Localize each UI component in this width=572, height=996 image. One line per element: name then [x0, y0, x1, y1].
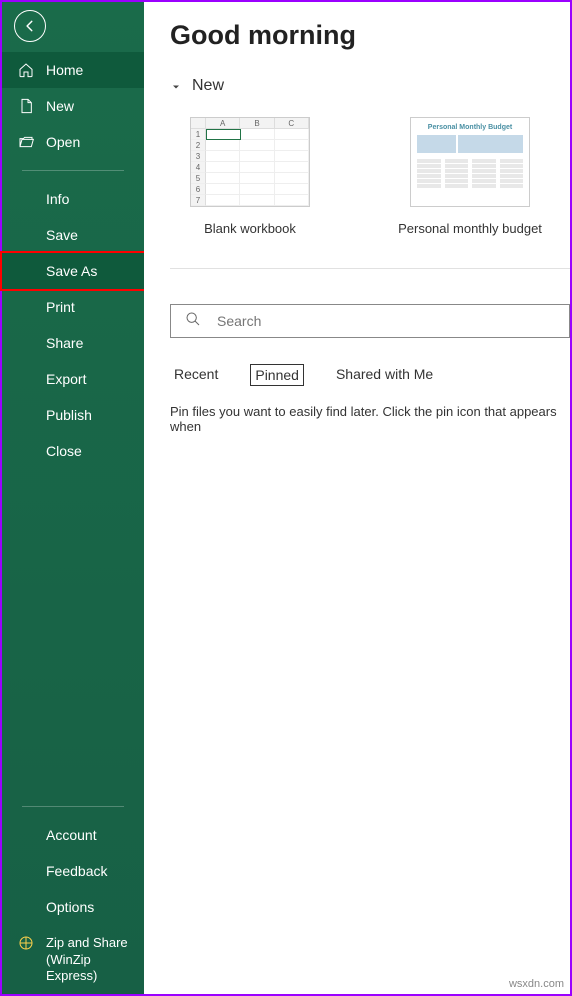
sidebar-item-label: Close — [46, 443, 82, 459]
sidebar-item-label: Share — [46, 335, 83, 351]
chevron-down-icon — [170, 80, 182, 92]
sidebar-item-label: Account — [46, 827, 97, 843]
sidebar-item-save-as[interactable]: Save As — [0, 251, 146, 291]
template-label: Personal monthly budget — [390, 221, 550, 236]
sidebar-item-info[interactable]: Info — [2, 181, 144, 217]
sidebar-item-label: Print — [46, 299, 75, 315]
new-section-toggle[interactable]: New — [170, 77, 570, 95]
sidebar-item-save[interactable]: Save — [2, 217, 144, 253]
file-tabs: Recent Pinned Shared with Me — [170, 364, 570, 386]
sidebar-item-label: Save — [46, 227, 78, 243]
sidebar-item-label: Home — [46, 62, 83, 78]
template-label: Blank workbook — [170, 221, 330, 236]
tab-pinned[interactable]: Pinned — [250, 364, 304, 386]
search-box[interactable] — [170, 304, 570, 338]
search-input[interactable] — [217, 313, 555, 329]
sidebar-item-options[interactable]: Options — [2, 889, 144, 925]
tab-shared-with-me[interactable]: Shared with Me — [332, 364, 437, 386]
sidebar-item-open[interactable]: Open — [2, 124, 144, 160]
template-gallery: A B C 1 2 3 4 5 6 7 Blank workbook Perso… — [170, 117, 570, 236]
folder-open-icon — [18, 134, 34, 150]
back-button[interactable] — [14, 10, 46, 42]
divider — [22, 170, 124, 171]
main-content: Good morning New A B C 1 2 3 4 — [144, 2, 570, 994]
document-icon — [18, 98, 34, 114]
home-icon — [18, 62, 34, 78]
sidebar-item-feedback[interactable]: Feedback — [2, 853, 144, 889]
watermark: wsxdn.com — [509, 978, 564, 990]
sidebar-item-share[interactable]: Share — [2, 325, 144, 361]
sidebar-item-label: New — [46, 98, 74, 114]
search-icon — [185, 311, 201, 332]
sidebar-item-home[interactable]: Home — [2, 52, 144, 88]
sidebar-item-label: Save As — [46, 263, 97, 279]
template-thumb: A B C 1 2 3 4 5 6 7 — [190, 117, 310, 207]
sidebar-item-export[interactable]: Export — [2, 361, 144, 397]
sidebar-item-publish[interactable]: Publish — [2, 397, 144, 433]
sidebar-item-account[interactable]: Account — [2, 817, 144, 853]
divider — [170, 268, 570, 269]
page-title: Good morning — [170, 20, 570, 51]
section-label: New — [192, 77, 224, 95]
pinned-hint: Pin files you want to easily find later.… — [170, 404, 570, 434]
template-blank-workbook[interactable]: A B C 1 2 3 4 5 6 7 Blank workbook — [170, 117, 330, 236]
zip-icon — [18, 935, 34, 951]
sidebar-item-zip-share[interactable]: Zip and Share (WinZip Express) — [2, 925, 144, 994]
sidebar-item-close[interactable]: Close — [2, 433, 144, 469]
sidebar-item-print[interactable]: Print — [2, 289, 144, 325]
template-thumb: Personal Monthly Budget — [410, 117, 530, 207]
sidebar-item-label: Zip and Share (WinZip Express) — [46, 935, 138, 984]
tab-recent[interactable]: Recent — [170, 364, 222, 386]
sidebar-item-label: Info — [46, 191, 69, 207]
sidebar-item-label: Open — [46, 134, 80, 150]
sidebar-item-label: Publish — [46, 407, 92, 423]
sidebar-item-new[interactable]: New — [2, 88, 144, 124]
divider — [22, 806, 124, 807]
sidebar-item-label: Options — [46, 899, 94, 915]
backstage-sidebar: Home New Open Info Save Save As Print Sh… — [2, 2, 144, 994]
sidebar-item-label: Feedback — [46, 863, 107, 879]
sidebar-item-label: Export — [46, 371, 86, 387]
template-personal-budget[interactable]: Personal Monthly Budget Personal monthly… — [390, 117, 550, 236]
